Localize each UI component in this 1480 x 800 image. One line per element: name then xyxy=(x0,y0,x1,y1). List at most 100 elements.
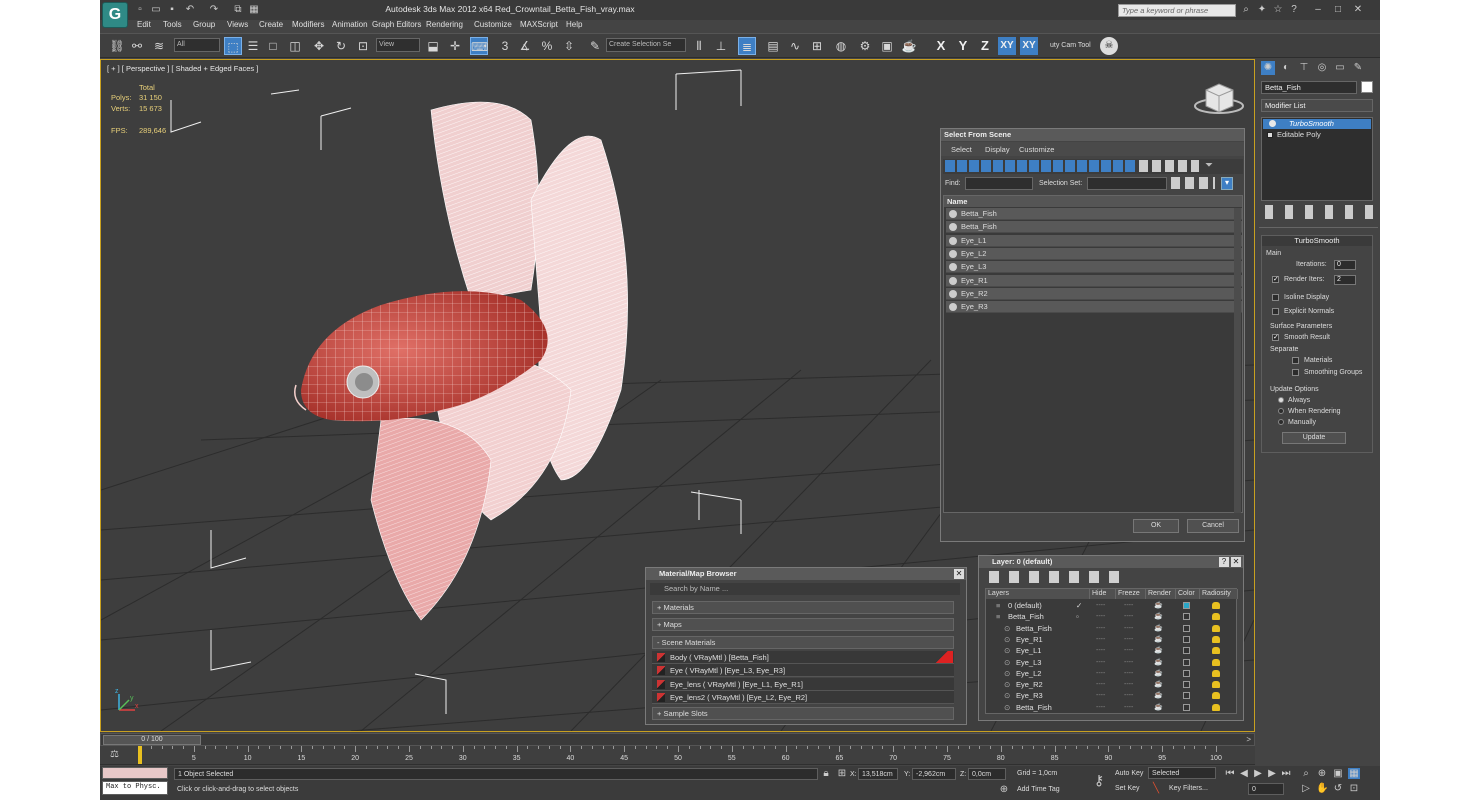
layer-color-swatch[interactable] xyxy=(1183,703,1190,711)
bind-space-warp-icon[interactable]: ≋ xyxy=(150,37,168,55)
sfs-object-row[interactable]: Eye_R2 xyxy=(946,287,1242,300)
render-teapot-icon[interactable]: ☕ xyxy=(1154,704,1163,711)
camera-tool-label[interactable]: uty Cam Tool xyxy=(1050,42,1091,49)
scene-material-row[interactable]: Eye_lens ( VRayMtl ) [Eye_L1, Eye_R1] xyxy=(652,677,954,691)
menu-help[interactable]: Help xyxy=(566,20,582,29)
object-name-input[interactable]: Betta_Fish xyxy=(1261,81,1357,94)
move-icon[interactable]: ✥ xyxy=(310,37,328,55)
layer-row[interactable]: ⊙ Eye_R3 ---- ---- ☕ xyxy=(986,690,1230,701)
col-radiosity[interactable]: Radiosity xyxy=(1200,589,1238,599)
menu-tools[interactable]: Tools xyxy=(163,20,182,29)
render-iters-spinner[interactable]: 2 xyxy=(1334,275,1356,285)
layer-row[interactable]: ⊙ Eye_L1 ---- ---- ☕ xyxy=(986,645,1230,656)
modifier-list-dropdown[interactable]: Modifier List xyxy=(1261,99,1373,112)
expand-icon[interactable] xyxy=(1267,132,1273,138)
restrict-xy-button[interactable]: XY xyxy=(998,37,1016,55)
edit-named-selection-icon[interactable]: ✎ xyxy=(586,37,604,55)
hide-toggle[interactable]: ---- xyxy=(1096,634,1105,645)
maximize-icon[interactable]: □ xyxy=(1332,4,1344,16)
spinner-snap-icon[interactable]: ⇳ xyxy=(560,37,578,55)
menu-graph-editors[interactable]: Graph Editors xyxy=(372,20,421,29)
pan-icon[interactable]: ✋ xyxy=(1316,783,1328,794)
time-slider-next-icon[interactable]: > xyxy=(1246,735,1251,744)
track-bar[interactable]: ⚖ 05101520253035404550556065707580859095… xyxy=(100,746,1255,765)
layer-row[interactable]: ⊙ Betta_Fish ---- ---- ☕ xyxy=(986,702,1230,713)
layer-color-swatch[interactable] xyxy=(1183,681,1190,689)
menu-maxscript[interactable]: MAXScript xyxy=(520,20,558,29)
named-selection-dropdown[interactable]: Create Selection Se xyxy=(606,38,686,52)
layer-color-swatch[interactable] xyxy=(1183,635,1190,643)
radiosity-bulb-icon[interactable] xyxy=(1212,658,1220,666)
menu-animation[interactable]: Animation xyxy=(332,20,368,29)
set-key-button[interactable]: Set Key xyxy=(1112,783,1148,795)
set-current-layer-icon[interactable]: ▫ xyxy=(1076,611,1079,622)
app-logo-icon[interactable]: G xyxy=(102,2,128,28)
render-production-icon[interactable]: ☕ xyxy=(900,37,918,55)
freeze-toggle[interactable]: ---- xyxy=(1124,702,1133,713)
sfs-scrollbar[interactable] xyxy=(1234,208,1241,513)
radiosity-bulb-icon[interactable] xyxy=(1212,681,1220,689)
stack-item-editable-poly[interactable]: Editable Poly xyxy=(1263,130,1371,140)
object-color-swatch[interactable] xyxy=(1361,81,1373,93)
layer-color-swatch[interactable] xyxy=(1183,658,1190,666)
key-mode-dropdown[interactable]: Selected xyxy=(1148,767,1216,779)
x-coord-input[interactable]: 13,518cm xyxy=(858,768,898,780)
scale-icon[interactable]: ⊡ xyxy=(354,37,372,55)
restrict-plane-cycle-button[interactable]: XY xyxy=(1020,37,1038,55)
unlink-icon[interactable]: ⚯ xyxy=(128,37,146,55)
help-icon[interactable]: ? xyxy=(1288,4,1300,16)
field-of-view-icon[interactable]: ▷ xyxy=(1300,783,1312,794)
skull-icon[interactable]: ☠ xyxy=(1100,37,1118,55)
radiosity-bulb-icon[interactable] xyxy=(1212,692,1220,700)
align-icon[interactable]: ⊥ xyxy=(712,37,730,55)
separate-smoothing-groups-checkbox[interactable] xyxy=(1292,369,1299,376)
smooth-result-checkbox[interactable]: ✓ xyxy=(1272,334,1279,341)
hide-toggle[interactable]: ---- xyxy=(1096,679,1105,690)
select-and-link-icon[interactable]: ⛓ xyxy=(108,37,126,55)
maxscript-listener-pink[interactable] xyxy=(102,767,168,779)
freeze-toggle[interactable]: ---- xyxy=(1124,623,1133,634)
window-crossing-icon[interactable]: ◫ xyxy=(286,37,304,55)
go-to-end-icon[interactable]: ⏭ xyxy=(1280,768,1292,779)
col-color[interactable]: Color xyxy=(1176,589,1200,599)
layer-color-swatch[interactable] xyxy=(1183,624,1190,632)
menu-create[interactable]: Create xyxy=(259,20,283,29)
radiosity-bulb-icon[interactable] xyxy=(1212,703,1220,711)
col-hide[interactable]: Hide xyxy=(1090,589,1116,599)
next-frame-icon[interactable]: ▶ xyxy=(1266,768,1278,779)
create-tab-icon[interactable]: ✺ xyxy=(1261,61,1275,75)
zoom-all-icon[interactable]: ⊕ xyxy=(1316,768,1328,779)
angle-snap-icon[interactable]: ∡ xyxy=(516,37,534,55)
sfs-options-icon[interactable]: ▾ xyxy=(1221,177,1233,190)
section-materials[interactable]: + Materials xyxy=(652,601,954,614)
communication-icon[interactable]: ☆ xyxy=(1272,4,1284,16)
reference-coordinate-dropdown[interactable]: View xyxy=(376,38,420,52)
close-icon[interactable]: ✕ xyxy=(1352,4,1364,16)
menu-rendering[interactable]: Rendering xyxy=(426,20,463,29)
layer-color-swatch[interactable] xyxy=(1183,602,1190,609)
layer-color-swatch[interactable] xyxy=(1183,692,1190,700)
restrict-y-button[interactable]: Y xyxy=(954,37,972,55)
cancel-button[interactable]: Cancel xyxy=(1187,519,1239,533)
scene-material-row[interactable]: Body ( VRayMtl ) [Betta_Fish] xyxy=(652,651,954,664)
freeze-toggle[interactable]: ---- xyxy=(1124,645,1133,656)
update-manually-radio[interactable] xyxy=(1278,419,1284,425)
layer-row[interactable]: ⊙ Eye_R2 ---- ---- ☕ xyxy=(986,679,1230,690)
maximize-viewport-icon[interactable]: ⊡ xyxy=(1348,783,1360,794)
mini-curve-editor-icon[interactable]: ⚖ xyxy=(110,749,122,761)
hide-toggle[interactable]: ---- xyxy=(1096,690,1105,701)
stack-tools-icons[interactable] xyxy=(1265,205,1373,219)
layer-manager-title[interactable]: Layer: 0 (default) xyxy=(979,556,1243,568)
y-coord-input[interactable]: -2,962cm xyxy=(912,768,956,780)
hide-toggle[interactable]: ---- xyxy=(1096,623,1105,634)
absolute-mode-icon[interactable]: ⊞ xyxy=(836,768,848,779)
sfs-menu-display[interactable]: Display xyxy=(985,145,1010,154)
freeze-toggle[interactable]: ---- xyxy=(1124,634,1133,645)
viewport-label[interactable]: [ + ] [ Perspective ] [ Shaded + Edged F… xyxy=(107,64,258,73)
zoom-extents-all-icon[interactable]: ▦ xyxy=(1348,768,1360,779)
select-by-name-icon[interactable]: ☰ xyxy=(244,37,262,55)
radiosity-bulb-icon[interactable] xyxy=(1212,624,1220,632)
hide-toggle[interactable]: ---- xyxy=(1096,645,1105,656)
radiosity-bulb-icon[interactable] xyxy=(1212,635,1220,643)
orbit-icon[interactable]: ↺ xyxy=(1332,783,1344,794)
